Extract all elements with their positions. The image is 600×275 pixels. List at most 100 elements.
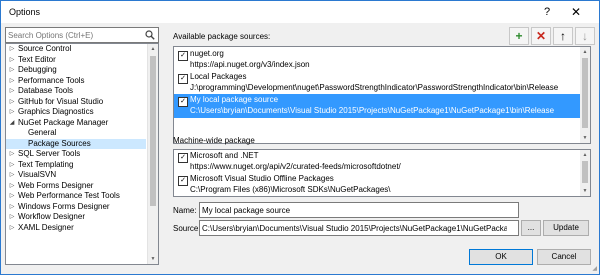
machine-wide-heading: Machine-wide package [173, 136, 255, 145]
tree-item-label: Performance Tools [18, 75, 85, 85]
expand-arrow-icon[interactable]: ▷ [8, 191, 16, 202]
scroll-thumb[interactable] [582, 58, 588, 128]
move-up-button[interactable]: ↑ [553, 27, 573, 45]
package-sources-list[interactable]: ✓ nuget.org https://api.nuget.org/v3/index… [173, 46, 591, 144]
source-field[interactable] [199, 220, 519, 236]
search-box[interactable] [5, 27, 159, 43]
tree-item[interactable]: ▷ Source Control [6, 44, 146, 55]
tree-item-label: XAML Designer [18, 222, 74, 232]
source-input[interactable] [202, 222, 508, 234]
expand-arrow-icon[interactable]: ▷ [8, 149, 16, 160]
name-input[interactable] [202, 204, 508, 216]
tree-item-label: Source Control [18, 44, 72, 53]
tree-item-label: Workflow Designer [18, 212, 85, 221]
tree-item[interactable]: ▷ Debugging [6, 65, 146, 76]
source-name: My local package source [190, 95, 279, 104]
machine-wide-scrollbar[interactable]: ▲ ▼ [580, 150, 590, 196]
source-checkbox[interactable]: ✓ [178, 74, 188, 84]
arrow-down-icon: ↓ [582, 29, 588, 43]
source-name: Microsoft Visual Studio Offline Packages [190, 174, 334, 183]
remove-source-button[interactable]: ✕ [531, 27, 551, 45]
expand-arrow-icon[interactable]: ▷ [8, 97, 16, 108]
tree-item[interactable]: ▷ XAML Designer [6, 223, 146, 234]
source-row[interactable]: ✓ My local package source C:\Users\bryian\… [174, 94, 580, 118]
source-checkbox[interactable]: ✓ [178, 153, 188, 163]
source-checkbox[interactable]: ✓ [178, 51, 188, 61]
source-row[interactable]: ✓ Microsoft and .NET https://www.nuget.org… [174, 150, 580, 174]
tree-item[interactable]: Package Sources [6, 138, 146, 149]
tree-item-label: Windows Forms Designer [18, 201, 110, 211]
source-row[interactable]: ✓ Microsoft Visual Studio Offline Package… [174, 173, 580, 196]
tree-item[interactable]: ▷ Web Performance Test Tools [6, 191, 146, 202]
scroll-down-arrow-icon[interactable]: ▼ [148, 254, 158, 264]
expand-arrow-icon[interactable]: ▷ [8, 212, 16, 223]
tree-item[interactable]: ▷ Web Forms Designer [6, 181, 146, 192]
tree-item[interactable]: ▷ GitHub for Visual Studio [6, 97, 146, 108]
tree-item[interactable]: ▷ Graphics Diagnostics [6, 107, 146, 118]
expand-arrow-icon[interactable]: ▷ [8, 170, 16, 181]
tree-item-label: GitHub for Visual Studio [18, 96, 104, 106]
tree-item[interactable]: ▷ Text Templating [6, 160, 146, 171]
source-checkbox[interactable]: ✓ [178, 97, 188, 107]
add-source-button[interactable]: + [509, 27, 529, 45]
source-checkbox[interactable]: ✓ [178, 176, 188, 186]
scroll-up-arrow-icon[interactable]: ▲ [580, 150, 590, 160]
tree-item-label: VisualSVN [18, 170, 57, 179]
scroll-up-arrow-icon[interactable]: ▲ [580, 47, 590, 57]
expand-arrow-icon[interactable]: ▷ [8, 223, 16, 234]
tree-items: ▷ Source Control ▷ Text Editor ▷ Debugging ▷ Pe… [6, 44, 146, 233]
tree-item[interactable]: ▷ Windows Forms Designer [6, 202, 146, 213]
expand-arrow-icon[interactable]: ▷ [8, 181, 16, 192]
ok-button[interactable]: OK [469, 249, 533, 265]
scroll-down-arrow-icon[interactable]: ▼ [580, 133, 590, 143]
expand-arrow-icon[interactable]: ▷ [8, 107, 16, 118]
name-label: Name: [173, 206, 197, 215]
plus-icon: + [515, 29, 523, 43]
name-field[interactable] [199, 202, 519, 218]
tree-scrollbar[interactable]: ▲ ▼ [147, 44, 158, 264]
move-down-button[interactable]: ↓ [575, 27, 595, 45]
arrow-up-icon: ↑ [560, 29, 566, 43]
machine-wide-list[interactable]: ✓ Microsoft and .NET https://www.nuget.org… [173, 149, 591, 197]
tree-item-label: Package Sources [28, 138, 91, 148]
tree-item[interactable]: ▷ Text Editor [6, 55, 146, 66]
expand-arrow-icon[interactable]: ▷ [8, 44, 16, 55]
expand-arrow-icon[interactable]: ▷ [8, 202, 16, 213]
scroll-thumb[interactable] [582, 161, 588, 183]
cancel-button[interactable]: Cancel [537, 249, 591, 265]
resize-grip-icon[interactable]: ◢ [592, 265, 597, 272]
tree-item[interactable]: ▷ VisualSVN [6, 170, 146, 181]
scroll-up-arrow-icon[interactable]: ▲ [148, 44, 158, 54]
close-button[interactable]: ✕ [567, 5, 585, 19]
tree-item-label: General [28, 128, 57, 137]
search-input[interactable] [8, 29, 136, 41]
help-button[interactable]: ? [539, 5, 555, 19]
tree-item[interactable]: General [6, 128, 146, 139]
tree-item[interactable]: ▷ Database Tools [6, 86, 146, 97]
update-button[interactable]: Update [543, 220, 589, 236]
tree-item[interactable]: ▷ Performance Tools [6, 76, 146, 87]
scroll-thumb[interactable] [150, 56, 156, 206]
expand-arrow-icon[interactable]: ◢ [8, 118, 16, 129]
source-name: nuget.org [190, 49, 224, 58]
expand-arrow-icon[interactable]: ▷ [8, 160, 16, 171]
expand-arrow-icon[interactable]: ▷ [8, 76, 16, 87]
tree-item[interactable]: ◢ NuGet Package Manager [6, 118, 146, 129]
tree-item[interactable]: ▷ SQL Server Tools [6, 149, 146, 160]
sources-scrollbar[interactable]: ▲ ▼ [580, 47, 590, 143]
source-row[interactable]: ✓ Local Packages J:\programming\Developmen… [174, 71, 580, 95]
tree-item[interactable]: ▷ Workflow Designer [6, 212, 146, 223]
search-icon[interactable] [145, 30, 155, 40]
options-tree[interactable]: ▷ Source Control ▷ Text Editor ▷ Debugging ▷ Pe… [5, 43, 159, 265]
scroll-down-arrow-icon[interactable]: ▼ [580, 186, 590, 196]
tree-item-label: NuGet Package Manager [18, 117, 109, 127]
options-dialog: Options ? ✕ ▷Source Control▷Text Editor▷… [0, 0, 600, 275]
source-name: Microsoft and .NET [190, 151, 259, 160]
delete-icon: ✕ [535, 29, 547, 43]
expand-arrow-icon[interactable]: ▷ [8, 55, 16, 66]
expand-arrow-icon[interactable]: ▷ [8, 65, 16, 76]
browse-button[interactable]: ... [521, 220, 541, 236]
source-row[interactable]: ✓ nuget.org https://api.nuget.org/v3/index… [174, 48, 580, 72]
window-title: Options [9, 7, 41, 17]
expand-arrow-icon[interactable]: ▷ [8, 86, 16, 97]
